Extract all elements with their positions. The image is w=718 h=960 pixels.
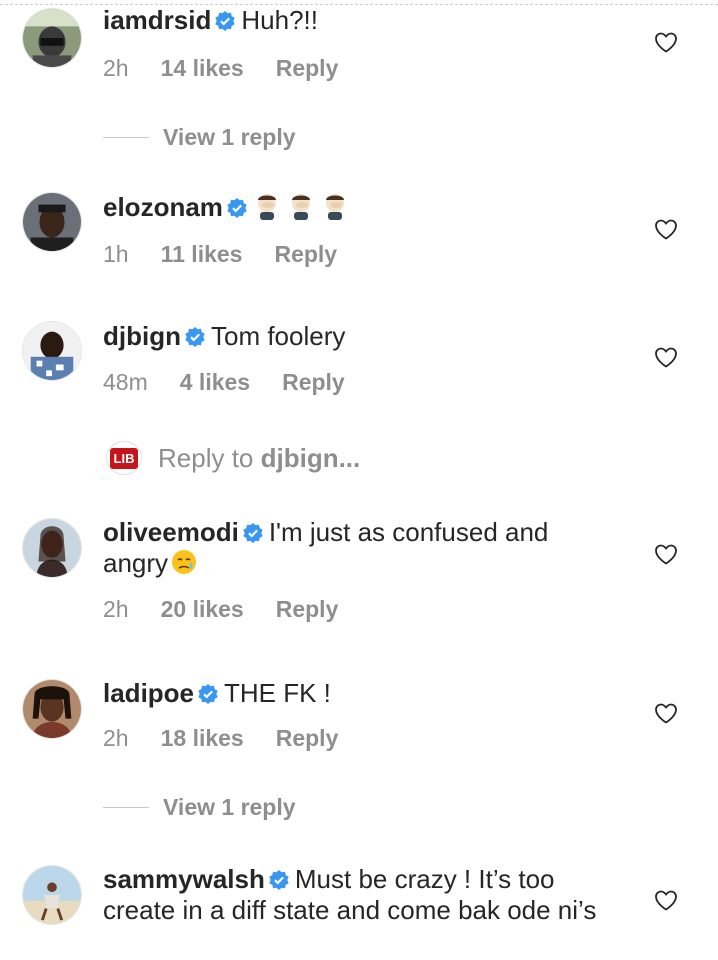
like-heart-icon[interactable]: [654, 31, 678, 53]
reply-button[interactable]: Reply: [276, 55, 339, 82]
comment-body: Huh?!!: [241, 5, 318, 35]
comment-time: 2h: [103, 596, 129, 622]
verified-badge-icon: [215, 11, 236, 31]
comment-text-block: oliveemodi I'm just as confused and angry: [103, 517, 603, 579]
face-palm-emoji: [253, 192, 281, 220]
comment-likes[interactable]: 20 likes: [161, 596, 244, 623]
reply-divider: [103, 137, 149, 138]
verified-badge-icon: [269, 870, 289, 890]
like-heart-icon[interactable]: [654, 702, 678, 724]
verified-badge-icon: [243, 523, 263, 543]
comment-username[interactable]: elozonam: [103, 192, 223, 222]
comment-username[interactable]: sammywalsh: [103, 864, 265, 894]
verified-badge-icon: [227, 198, 247, 218]
avatar[interactable]: [22, 192, 82, 252]
lib-badge-label: LIB: [109, 447, 139, 469]
reply-to-prefix: Reply to: [158, 442, 261, 473]
lib-avatar: LIB: [106, 441, 142, 475]
comment-username[interactable]: oliveemodi: [103, 517, 239, 547]
reply-button[interactable]: Reply: [276, 725, 339, 752]
reply-button[interactable]: Reply: [276, 596, 339, 623]
comment-time: 2h: [103, 725, 129, 751]
comment-username[interactable]: djbign: [103, 321, 181, 351]
comment-likes[interactable]: 18 likes: [161, 725, 244, 752]
comment-meta: 2h 20 likes Reply: [103, 596, 370, 623]
comment-meta: 48m 4 likes Reply: [103, 369, 377, 396]
reply-button[interactable]: Reply: [282, 369, 345, 396]
view-replies-label: View 1 reply: [163, 124, 296, 150]
avatar[interactable]: [22, 8, 82, 68]
comment-body: THE FK !: [224, 678, 331, 708]
comment-username[interactable]: ladipoe: [103, 678, 194, 708]
disappointed-relieved-emoji: [170, 548, 198, 576]
comment-text-block: sammywalsh Must be crazy ! It’s too creat…: [103, 864, 613, 926]
avatar[interactable]: [22, 518, 82, 578]
view-replies-link[interactable]: View 1 reply: [103, 124, 296, 151]
view-replies-link[interactable]: View 1 reply: [103, 794, 296, 821]
verified-badge-icon: [185, 327, 205, 347]
comment-meta: 1h 11 likes Reply: [103, 241, 369, 268]
comment-meta: 2h 18 likes Reply: [103, 725, 370, 752]
reply-divider: [103, 807, 149, 808]
comment-body: Tom foolery: [210, 321, 346, 351]
like-heart-icon[interactable]: [654, 346, 678, 368]
avatar[interactable]: [22, 865, 82, 925]
like-heart-icon[interactable]: [654, 218, 678, 240]
like-heart-icon[interactable]: [654, 889, 678, 911]
comment-username[interactable]: iamdrsid: [103, 5, 211, 35]
view-replies-label: View 1 reply: [163, 794, 296, 820]
comment-meta: 2h 14 likes Reply: [103, 55, 370, 82]
comment-time: 1h: [103, 241, 129, 267]
like-heart-icon[interactable]: [654, 543, 678, 565]
reply-input[interactable]: LIB Reply to djbign...: [106, 441, 360, 475]
avatar[interactable]: [22, 321, 82, 381]
face-palm-emoji: [287, 192, 315, 220]
reply-to-target: djbign...: [260, 442, 361, 473]
comment-text-block: elozonam: [103, 192, 603, 223]
comment-text-block: iamdrsid Huh?!!: [103, 5, 603, 36]
comment-time: 48m: [103, 369, 148, 395]
avatar[interactable]: [22, 679, 82, 739]
comment-likes[interactable]: 4 likes: [180, 369, 250, 396]
comment-time: 2h: [103, 55, 129, 81]
comment-likes[interactable]: 11 likes: [161, 241, 243, 268]
reply-button[interactable]: Reply: [274, 241, 337, 268]
comment-text-block: djbign Tom foolery: [103, 321, 603, 352]
comment-likes[interactable]: 14 likes: [161, 55, 244, 82]
face-palm-emoji: [321, 192, 349, 220]
comment-text-block: ladipoe THE FK !: [103, 678, 603, 709]
verified-badge-icon: [198, 684, 218, 704]
